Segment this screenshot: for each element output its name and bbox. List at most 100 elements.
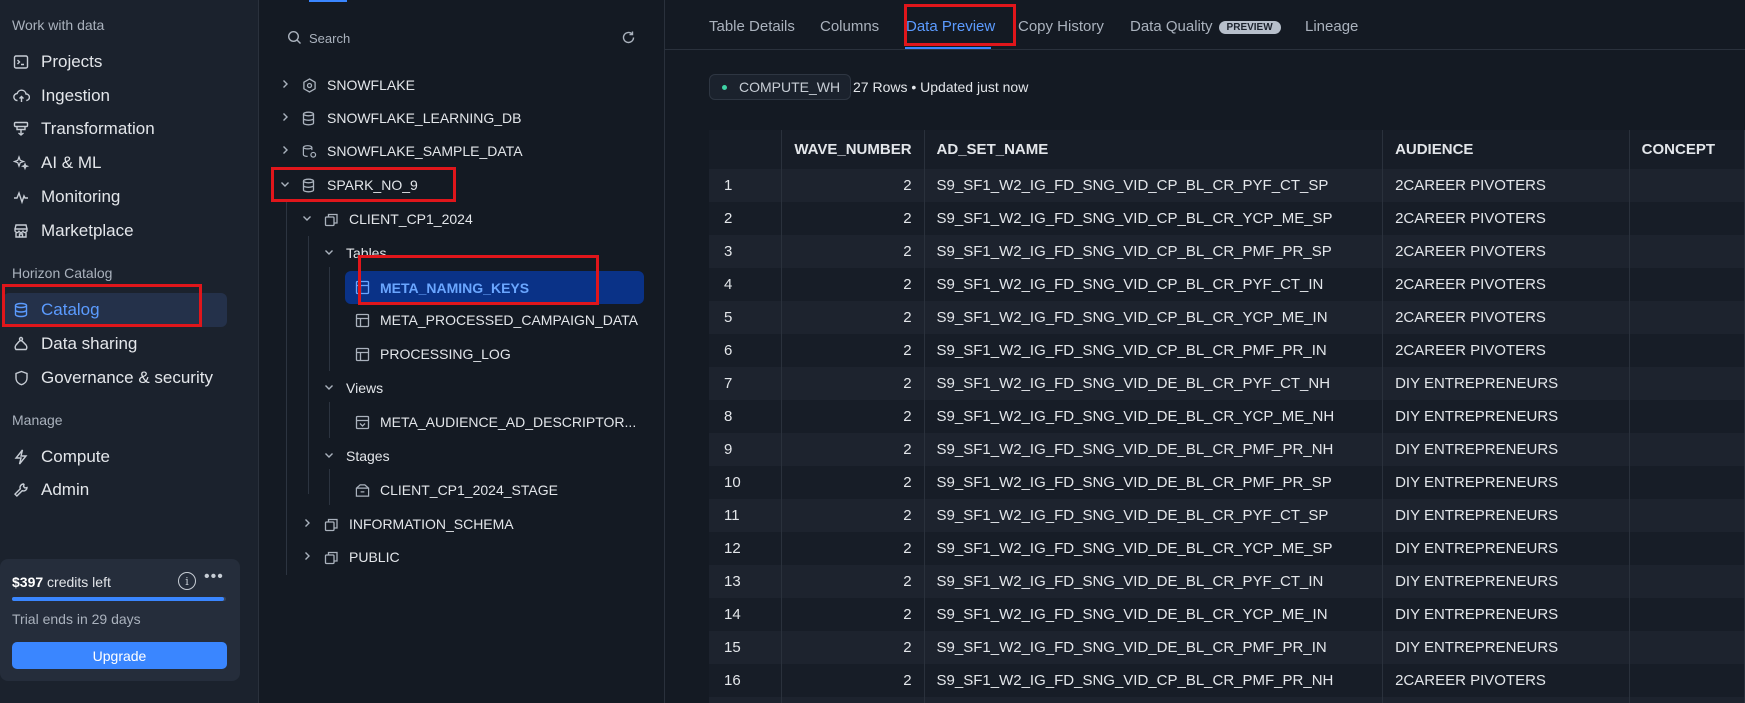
cell-concept[interactable] — [1629, 334, 1745, 367]
cell-audience[interactable]: DIY ENTREPRENEURS — [1382, 367, 1630, 400]
tab-data-quality[interactable]: Data Quality PREVIEW — [1130, 18, 1281, 35]
cell-wave-number[interactable]: 2 — [781, 367, 925, 400]
nav-item-marketplace[interactable]: Marketplace — [3, 214, 227, 248]
cell-audience[interactable]: DIY ENTREPRENEURS — [1382, 466, 1630, 499]
warehouse-selector[interactable]: COMPUTE_WH — [709, 74, 852, 100]
cell-ad-set-name[interactable]: S9_SF1_W2_IG_FD_SNG_VID_DE_BL_CR_PMF_PR_… — [924, 631, 1384, 664]
cell-row-index[interactable]: 3 — [709, 235, 783, 268]
cell-audience[interactable]: 2CAREER PIVOTERS — [1382, 235, 1630, 268]
tree-database-spark-no-9[interactable]: SPARK_NO_9 — [279, 170, 418, 200]
cell-row-index[interactable]: 5 — [709, 301, 783, 334]
header-audience[interactable]: AUDIENCE — [1382, 130, 1630, 169]
cell-row-index[interactable]: 2 — [709, 202, 783, 235]
tab-copy-history[interactable]: Copy History — [1018, 18, 1104, 35]
header-ad-set-name[interactable]: AD_SET_NAME — [924, 130, 1384, 169]
cell-audience[interactable]: DIY ENTREPRENEURS — [1382, 565, 1630, 598]
cell-concept[interactable] — [1629, 664, 1745, 697]
cell-concept[interactable] — [1629, 565, 1745, 598]
table-row[interactable]: 16 2 S9_SF1_W2_IG_FD_SNG_VID_CP_BL_CR_PMF_… — [709, 664, 1745, 697]
cell-audience[interactable]: 2CAREER PIVOTERS — [1382, 697, 1630, 703]
cell-concept[interactable] — [1629, 433, 1745, 466]
table-row[interactable]: 3 2 S9_SF1_W2_IG_FD_SNG_VID_CP_BL_CR_PMF_P… — [709, 235, 1745, 268]
cell-audience[interactable]: 2CAREER PIVOTERS — [1382, 334, 1630, 367]
cell-row-index[interactable]: 1 — [709, 169, 783, 202]
cell-concept[interactable] — [1629, 532, 1745, 565]
cell-audience[interactable]: DIY ENTREPRENEURS — [1382, 433, 1630, 466]
cell-audience[interactable]: 2CAREER PIVOTERS — [1382, 202, 1630, 235]
cell-audience[interactable]: DIY ENTREPRENEURS — [1382, 631, 1630, 664]
tab-table-details[interactable]: Table Details — [709, 18, 795, 35]
cell-wave-number[interactable]: 2 — [781, 268, 925, 301]
nav-item-monitoring[interactable]: Monitoring — [3, 180, 227, 214]
cell-wave-number[interactable]: 2 — [781, 334, 925, 367]
cell-ad-set-name[interactable]: S9_SF1_W2_IG_FD_SNG_VID_CP_BL_CR_YCP_ME_… — [924, 301, 1384, 334]
cell-row-index[interactable]: 12 — [709, 532, 783, 565]
table-row[interactable]: 2 2 S9_SF1_W2_IG_FD_SNG_VID_CP_BL_CR_YCP_M… — [709, 202, 1745, 235]
cell-ad-set-name[interactable]: S9_SF1_W2_IG_FD_SNG_VID_DE_BL_CR_YCP_ME_… — [924, 532, 1384, 565]
nav-item-compute[interactable]: Compute — [3, 440, 227, 474]
cell-audience[interactable]: 2CAREER PIVOTERS — [1382, 664, 1630, 697]
cell-ad-set-name[interactable]: S9_SF1_W2_IG_FD_SNG_VID_CP_BL_CR_PYF_CT_… — [924, 268, 1384, 301]
table-row[interactable]: 172S9_SF1_W2_IG_FD_SNG_VID_CP_BL_CR_PYF_… — [709, 697, 1745, 703]
tree-stage-client-cp1-2024-stage[interactable]: CLIENT_CP1_2024_STAGE — [355, 475, 558, 505]
header-wave-number[interactable]: WAVE_NUMBER — [781, 130, 925, 169]
cell-row-index[interactable]: 7 — [709, 367, 783, 400]
cell-concept[interactable] — [1629, 367, 1745, 400]
cell-ad-set-name[interactable]: S9_SF1_W2_IG_FD_SNG_VID_CP_BL_CR_PYF_CT_… — [924, 169, 1384, 202]
cell-wave-number[interactable]: 2 — [781, 499, 925, 532]
tab-data-preview[interactable]: Data Preview — [906, 18, 995, 35]
tree-database-sample-data[interactable]: SNOWFLAKE_SAMPLE_DATA — [279, 136, 523, 166]
upgrade-button[interactable]: Upgrade — [12, 642, 227, 669]
nav-item-admin[interactable]: Admin — [3, 473, 227, 507]
cell-wave-number[interactable]: 2 — [781, 532, 925, 565]
nav-item-governance-security[interactable]: Governance & security — [3, 361, 227, 395]
cell-row-index[interactable]: 14 — [709, 598, 783, 631]
cell-row-index[interactable]: 17 — [709, 697, 783, 703]
tree-table-meta-naming-keys[interactable]: META_NAMING_KEYS — [345, 271, 644, 304]
tree-group-tables[interactable]: Tables — [323, 238, 386, 268]
cell-row-index[interactable]: 11 — [709, 499, 783, 532]
table-row[interactable]: 11 2 S9_SF1_W2_IG_FD_SNG_VID_DE_BL_CR_PYF_… — [709, 499, 1745, 532]
cell-wave-number[interactable]: 2 — [781, 400, 925, 433]
tree-table-meta-processed-campaign-data[interactable]: META_PROCESSED_CAMPAIGN_DATA — [355, 305, 638, 335]
cell-row-index[interactable]: 9 — [709, 433, 783, 466]
cell-concept[interactable] — [1629, 268, 1745, 301]
cell-ad-set-name[interactable]: S9_SF1_W2_IG_FD_SNG_VID_DE_BL_CR_PYF_CT_… — [924, 565, 1384, 598]
tree-schema-information-schema[interactable]: INFORMATION_SCHEMA — [301, 509, 514, 539]
tab-columns[interactable]: Columns — [820, 18, 879, 35]
cell-audience[interactable]: 2CAREER PIVOTERS — [1382, 268, 1630, 301]
cell-ad-set-name[interactable]: S9_SF1_W2_IG_FD_SNG_VID_CP_BL_CR_PYF_CT_… — [924, 697, 1384, 703]
cell-audience[interactable]: DIY ENTREPRENEURS — [1382, 598, 1630, 631]
cell-row-index[interactable]: 4 — [709, 268, 783, 301]
table-row[interactable]: 7 2 S9_SF1_W2_IG_FD_SNG_VID_DE_BL_CR_PYF_C… — [709, 367, 1745, 400]
cell-wave-number[interactable]: 2 — [781, 433, 925, 466]
cell-audience[interactable]: DIY ENTREPRENEURS — [1382, 499, 1630, 532]
cell-wave-number[interactable]: 2 — [781, 598, 925, 631]
cell-concept[interactable] — [1629, 631, 1745, 664]
cell-row-index[interactable]: 16 — [709, 664, 783, 697]
tab-lineage[interactable]: Lineage — [1305, 18, 1358, 35]
nav-item-ingestion[interactable]: Ingestion — [3, 79, 227, 113]
table-row[interactable]: 13 2 S9_SF1_W2_IG_FD_SNG_VID_DE_BL_CR_PYF_… — [709, 565, 1745, 598]
cell-ad-set-name[interactable]: S9_SF1_W2_IG_FD_SNG_VID_DE_BL_CR_YCP_ME_… — [924, 598, 1384, 631]
table-row[interactable]: 4 2 S9_SF1_W2_IG_FD_SNG_VID_CP_BL_CR_PYF_C… — [709, 268, 1745, 301]
cell-wave-number[interactable]: 2 — [781, 631, 925, 664]
nav-item-projects[interactable]: Projects — [3, 45, 227, 79]
cell-concept[interactable] — [1629, 202, 1745, 235]
cell-concept[interactable] — [1629, 400, 1745, 433]
tree-database-snowflake[interactable]: SNOWFLAKE — [279, 70, 415, 100]
table-row[interactable]: 10 2 S9_SF1_W2_IG_FD_SNG_VID_DE_BL_CR_PMF_… — [709, 466, 1745, 499]
cell-row-index[interactable]: 6 — [709, 334, 783, 367]
header-concept[interactable]: CONCEPT — [1629, 130, 1745, 169]
cell-audience[interactable]: DIY ENTREPRENEURS — [1382, 400, 1630, 433]
search-input[interactable] — [309, 30, 599, 46]
cell-ad-set-name[interactable]: S9_SF1_W2_IG_FD_SNG_VID_DE_BL_CR_PMF_PR_… — [924, 466, 1384, 499]
table-row[interactable]: 9 2 S9_SF1_W2_IG_FD_SNG_VID_DE_BL_CR_PMF_P… — [709, 433, 1745, 466]
cell-ad-set-name[interactable]: S9_SF1_W2_IG_FD_SNG_VID_CP_BL_CR_PMF_PR_… — [924, 664, 1384, 697]
cell-audience[interactable]: DIY ENTREPRENEURS — [1382, 532, 1630, 565]
tree-schema-public[interactable]: PUBLIC — [301, 542, 400, 572]
tree-schema-client-cp1-2024[interactable]: CLIENT_CP1_2024 — [301, 204, 473, 234]
tree-group-views[interactable]: Views — [323, 373, 383, 403]
cell-audience[interactable]: 2CAREER PIVOTERS — [1382, 169, 1630, 202]
cell-wave-number[interactable]: 2 — [781, 697, 925, 703]
